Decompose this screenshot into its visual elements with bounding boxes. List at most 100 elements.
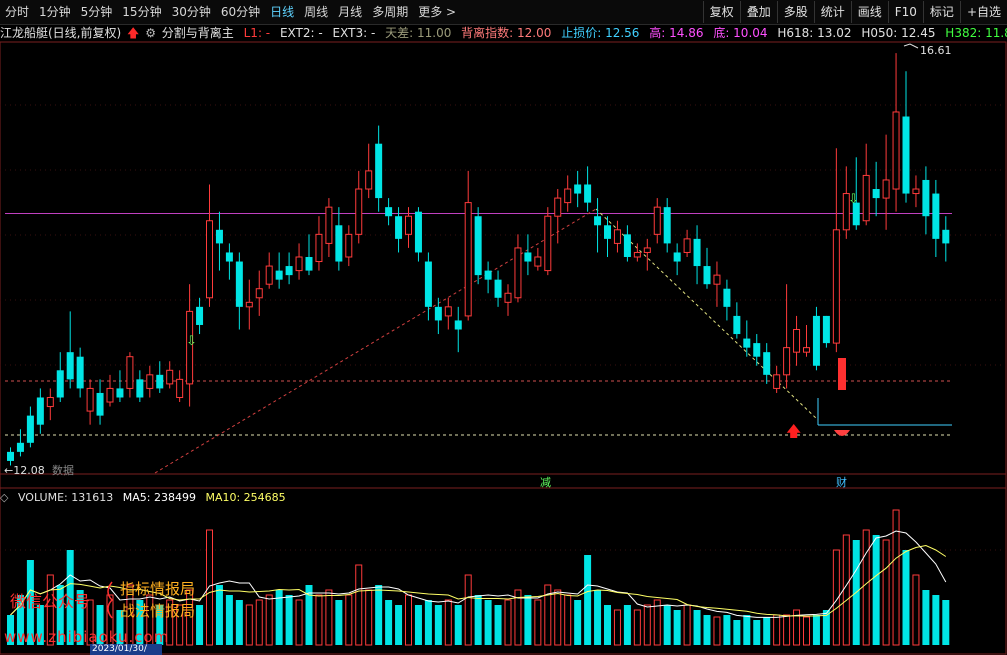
volume-bar	[484, 600, 492, 645]
candle-body	[225, 252, 233, 262]
candle-body	[703, 266, 711, 285]
candle-body	[106, 387, 114, 403]
candle-body	[673, 252, 681, 262]
volume-bar	[325, 589, 333, 646]
peak-marker	[903, 43, 919, 49]
candle-body	[56, 370, 64, 398]
candle-body	[66, 352, 74, 380]
volume-bar	[803, 616, 810, 646]
candle-body	[206, 220, 213, 299]
candle-body	[116, 388, 124, 398]
candle-body	[245, 301, 253, 308]
candle-body	[743, 338, 751, 348]
candle-body	[26, 415, 34, 443]
candle-body	[594, 216, 602, 226]
candle-body	[405, 215, 412, 235]
candle-body	[564, 188, 572, 204]
candle-body	[285, 266, 293, 276]
candle-body	[46, 396, 54, 408]
volume-bar	[713, 616, 721, 646]
volume-bar	[434, 605, 442, 645]
volume-bar	[375, 585, 383, 645]
volume-bar	[196, 605, 204, 645]
volume-bar	[395, 605, 403, 645]
candle-body	[832, 229, 840, 344]
candle-body	[623, 234, 631, 257]
volume-bar	[643, 604, 651, 646]
volume-bar	[633, 609, 641, 646]
signal-jian: 减	[540, 476, 551, 489]
candle-body	[335, 225, 343, 262]
candle-body	[723, 288, 731, 307]
ma10-value: MA10: 254685	[205, 491, 286, 504]
volume-bar	[335, 600, 343, 645]
volume-bar	[693, 610, 701, 645]
candle-body	[733, 315, 741, 335]
candle-body	[693, 238, 701, 267]
volume-bar	[942, 600, 950, 645]
volume-bar	[444, 599, 452, 646]
candle-body	[812, 315, 820, 366]
candle-body	[862, 174, 870, 222]
volume-bar	[673, 610, 681, 645]
crosshair-date-tag: 2023/01/30/	[90, 644, 162, 655]
watermark-titles: 指标情报局 战法情报局	[120, 578, 195, 622]
candle-body	[663, 207, 671, 244]
candle-body	[514, 247, 522, 299]
volume-bar	[255, 599, 263, 646]
candle-body	[464, 202, 472, 317]
kline-chart[interactable]: 16.61 ←12.08 数据 ⇩ ⇩ 🡅 减 财	[0, 0, 1007, 655]
watermark-title-1: 指标情报局	[120, 580, 196, 598]
volume-bar	[604, 605, 611, 645]
candle-body	[554, 197, 562, 217]
volume-bar	[773, 614, 781, 646]
candle-body	[763, 352, 771, 375]
volume-bar	[564, 594, 572, 646]
volume-bar	[385, 600, 393, 645]
red-up-arrow-icon: 🡅	[786, 422, 801, 440]
candle-body	[325, 206, 333, 244]
volume-bar	[414, 605, 422, 645]
candle-body	[16, 442, 24, 452]
volume-bar	[285, 595, 293, 645]
volume-bar	[574, 600, 582, 645]
candle-body	[126, 356, 134, 389]
buy-down-arrow-icon: ⇩	[186, 334, 197, 349]
candle-body	[146, 374, 154, 389]
volume-bar	[554, 589, 562, 646]
candle-body	[713, 274, 721, 285]
buy-down-arrow-icon-2: ⇩	[848, 192, 859, 207]
candle-body	[295, 256, 303, 272]
volume-bar	[812, 615, 820, 645]
collapse-icon[interactable]: ◇	[0, 491, 8, 504]
main-panel-border	[0, 41, 1007, 489]
candle-body	[414, 211, 422, 253]
volume-bar	[902, 550, 910, 645]
candle-body	[822, 315, 830, 344]
trend-line-up	[154, 208, 597, 474]
candle-body	[7, 451, 14, 461]
ma5-value: MA5: 238499	[122, 491, 196, 504]
candle-body	[574, 184, 582, 194]
volume-bar	[365, 589, 373, 646]
volume-bar	[723, 615, 731, 645]
candle-body	[454, 320, 462, 330]
volume-bar	[345, 594, 353, 646]
candle-body	[584, 184, 592, 203]
volume-bar	[753, 620, 761, 645]
volume-bar	[295, 599, 303, 646]
candle-body	[365, 170, 373, 190]
candle-body	[613, 229, 621, 244]
candle-body	[176, 378, 184, 398]
candle-body	[783, 347, 791, 376]
candle-body	[683, 238, 691, 253]
volume-bar	[733, 620, 741, 645]
volume-bar	[315, 594, 323, 646]
candle-body	[96, 392, 104, 416]
candle-body	[932, 193, 940, 239]
volume-bar	[424, 600, 432, 645]
volume-bar	[524, 595, 532, 645]
candle-body	[942, 229, 950, 244]
volume-bar	[872, 535, 880, 645]
volume-bar	[763, 617, 771, 645]
